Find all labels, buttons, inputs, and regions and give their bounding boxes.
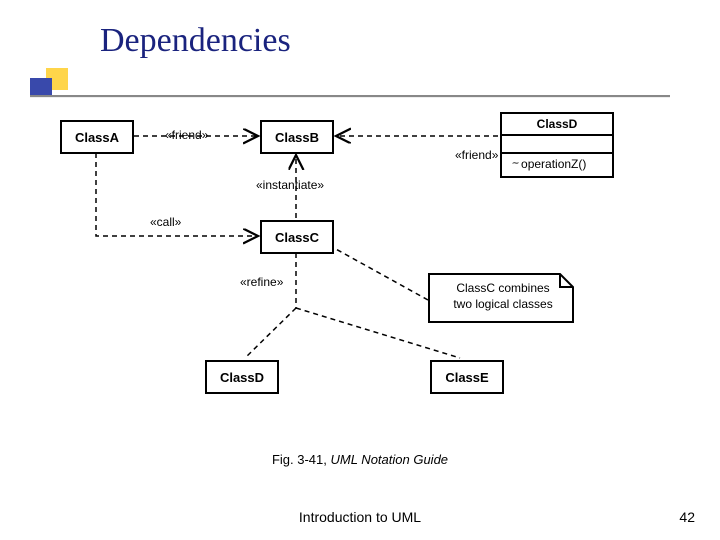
class-e-box: ClassE	[430, 360, 504, 394]
class-d-full-ops: ~operationZ()	[502, 154, 612, 174]
stereo-refine: «refine»	[240, 275, 283, 289]
class-b-label: ClassB	[262, 126, 332, 149]
title-underline	[30, 95, 670, 97]
note-line2: two logical classes	[453, 297, 552, 311]
uml-diagram: ClassA ClassB ClassD ~operationZ() Class…	[60, 110, 640, 440]
stereo-friend-ab: «friend»	[165, 128, 208, 142]
class-e-label: ClassE	[432, 366, 502, 389]
tilde-icon: ~	[511, 156, 519, 171]
note-box: ClassC combines two logical classes	[430, 275, 576, 325]
class-d-full-attrs	[502, 136, 612, 154]
class-c-box: ClassC	[260, 220, 334, 254]
slide-footer: Introduction to UML	[0, 509, 720, 525]
class-d-box: ClassD	[205, 360, 279, 394]
title-area: Dependencies	[100, 22, 291, 60]
class-d-label: ClassD	[207, 366, 277, 389]
class-d-full-box: ClassD ~operationZ()	[500, 112, 614, 178]
stereo-friend-db: «friend»	[455, 148, 498, 162]
figure-caption: Fig. 3-41, UML Notation Guide	[0, 452, 720, 467]
page-number: 42	[679, 509, 695, 525]
note-line1: ClassC combines	[456, 281, 549, 295]
caption-prefix: Fig. 3-41,	[272, 452, 331, 467]
slide: Dependencies ClassA ClassB ClassD ~opera…	[0, 0, 720, 540]
class-a-box: ClassA	[60, 120, 134, 154]
caption-italic: UML Notation Guide	[330, 452, 448, 467]
class-b-box: ClassB	[260, 120, 334, 154]
title-bullet-icon	[30, 68, 78, 103]
class-a-label: ClassA	[62, 126, 132, 149]
stereo-instantiate: «instantiate»	[256, 178, 324, 192]
class-d-full-op: operationZ()	[521, 157, 586, 171]
class-d-full-name: ClassD	[502, 114, 612, 136]
slide-title: Dependencies	[100, 22, 291, 60]
class-c-label: ClassC	[262, 226, 332, 249]
stereo-call: «call»	[150, 215, 181, 229]
